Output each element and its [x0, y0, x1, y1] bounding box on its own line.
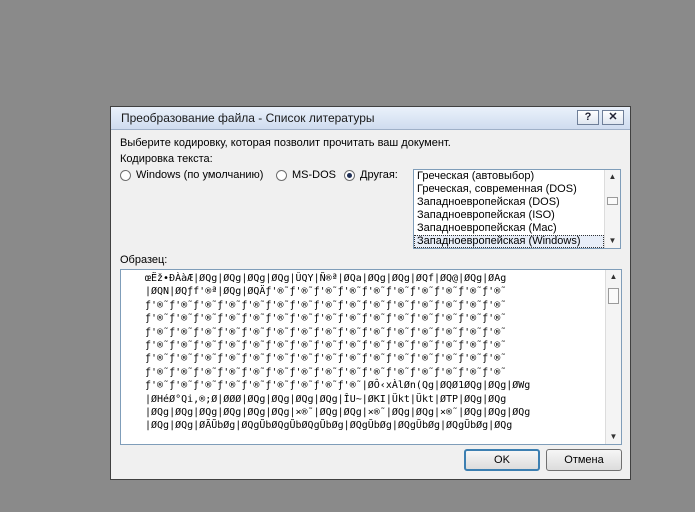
sample-text: œËž•ÐÀàÆ|ØQg|ØQg|ØQg|ØQg|ÛQY|Ñ®ª|ØQa|ØQg…: [145, 272, 603, 433]
close-button[interactable]: ✕: [602, 110, 624, 125]
sample-line: |ØQg|ØQg|ØQg|ØQg|ØQg|ØQg|×®˜|ØQg|ØQg|×®˜…: [145, 406, 531, 418]
sample-preview[interactable]: œËž•ÐÀàÆ|ØQg|ØQg|ØQg|ØQg|ÛQY|Ñ®ª|ØQa|ØQg…: [120, 269, 622, 445]
encoding-scrollbar[interactable]: ▲ ▼: [604, 170, 620, 248]
scroll-down-icon[interactable]: ▼: [605, 234, 620, 248]
help-button[interactable]: ?: [577, 110, 599, 125]
cancel-button[interactable]: Отмена: [546, 449, 622, 471]
sample-line: |ØQg|ØQg|ØÃŨbØg|ØQgŨbØQgŨbØQgŨbØg|ØQgŨbØ…: [145, 420, 513, 432]
sample-line: ƒ'®˜ƒ'®˜ƒ'®˜ƒ'®˜ƒ'®˜ƒ'®˜ƒ'®˜ƒ'®˜ƒ'®˜|ØÔ‹…: [145, 380, 531, 392]
radio-windows[interactable]: [120, 170, 131, 181]
sample-line: |ØHéØ°Qi,®;Ø|ØØØ|ØQg|ØQg|ØQg|ØQg|ÎU~|ØKI…: [145, 393, 507, 405]
ok-button[interactable]: OK: [464, 449, 540, 471]
sample-line: ƒ'®˜ƒ'®˜ƒ'®˜ƒ'®˜ƒ'®˜ƒ'®˜ƒ'®˜ƒ'®˜ƒ'®˜ƒ'®˜…: [145, 339, 507, 351]
dialog-title: Преобразование файла - Список литературы: [121, 111, 375, 125]
scroll-thumb[interactable]: [607, 197, 618, 205]
sample-scrollbar[interactable]: ▲ ▼: [605, 270, 621, 444]
sample-line: ƒ'®˜ƒ'®˜ƒ'®˜ƒ'®˜ƒ'®˜ƒ'®˜ƒ'®˜ƒ'®˜ƒ'®˜ƒ'®˜…: [145, 366, 507, 378]
encoding-item[interactable]: Западноевропейская (ISO): [414, 209, 620, 222]
sample-label: Образец:: [120, 254, 168, 266]
scroll-down-icon[interactable]: ▼: [606, 430, 621, 444]
encoding-listbox[interactable]: Греческая (автовыбор) Греческая, современ…: [413, 169, 621, 249]
radio-msdos[interactable]: [276, 170, 287, 181]
sample-line: ƒ'®˜ƒ'®˜ƒ'®˜ƒ'®˜ƒ'®˜ƒ'®˜ƒ'®˜ƒ'®˜ƒ'®˜ƒ'®˜…: [145, 353, 507, 365]
sample-line: ƒ'®˜ƒ'®˜ƒ'®˜ƒ'®˜ƒ'®˜ƒ'®˜ƒ'®˜ƒ'®˜ƒ'®˜ƒ'®˜…: [145, 326, 507, 338]
file-conversion-dialog: Преобразование файла - Список литературы…: [110, 106, 631, 480]
encoding-item[interactable]: Западноевропейская (DOS): [414, 196, 620, 209]
encoding-item[interactable]: Греческая, современная (DOS): [414, 183, 620, 196]
sample-line: ƒ'®˜ƒ'®˜ƒ'®˜ƒ'®˜ƒ'®˜ƒ'®˜ƒ'®˜ƒ'®˜ƒ'®˜ƒ'®˜…: [145, 299, 507, 311]
scroll-up-icon[interactable]: ▲: [606, 270, 621, 284]
encoding-item[interactable]: Западноевропейская (Windows): [414, 235, 604, 248]
encoding-item[interactable]: Греческая (автовыбор): [414, 170, 620, 183]
sample-line: œËž•ÐÀàÆ|ØQg|ØQg|ØQg|ØQg|ÛQY|Ñ®ª|ØQa|ØQg…: [145, 273, 507, 284]
radio-windows-label[interactable]: Windows (по умолчанию): [136, 169, 263, 181]
scroll-up-icon[interactable]: ▲: [605, 170, 620, 184]
sample-line: |ØQN|ØQƒf'®ª|ØQg|ØQÄƒ'®˜ƒ'®˜ƒ'®˜ƒ'®˜ƒ'®˜…: [145, 286, 507, 298]
instruction-text: Выберите кодировку, которая позволит про…: [120, 137, 451, 149]
radio-other-label[interactable]: Другая:: [360, 169, 398, 181]
encoding-list: Греческая (автовыбор) Греческая, современ…: [414, 170, 620, 248]
dialog-titlebar: Преобразование файла - Список литературы…: [111, 107, 630, 130]
encoding-item[interactable]: Западноевропейская (Mac): [414, 222, 620, 235]
radio-msdos-label[interactable]: MS-DOS: [292, 169, 336, 181]
scroll-thumb[interactable]: [608, 288, 619, 304]
radio-other[interactable]: [344, 170, 355, 181]
sample-line: ƒ'®˜ƒ'®˜ƒ'®˜ƒ'®˜ƒ'®˜ƒ'®˜ƒ'®˜ƒ'®˜ƒ'®˜ƒ'®˜…: [145, 313, 507, 325]
encoding-label: Кодировка текста:: [120, 153, 213, 165]
